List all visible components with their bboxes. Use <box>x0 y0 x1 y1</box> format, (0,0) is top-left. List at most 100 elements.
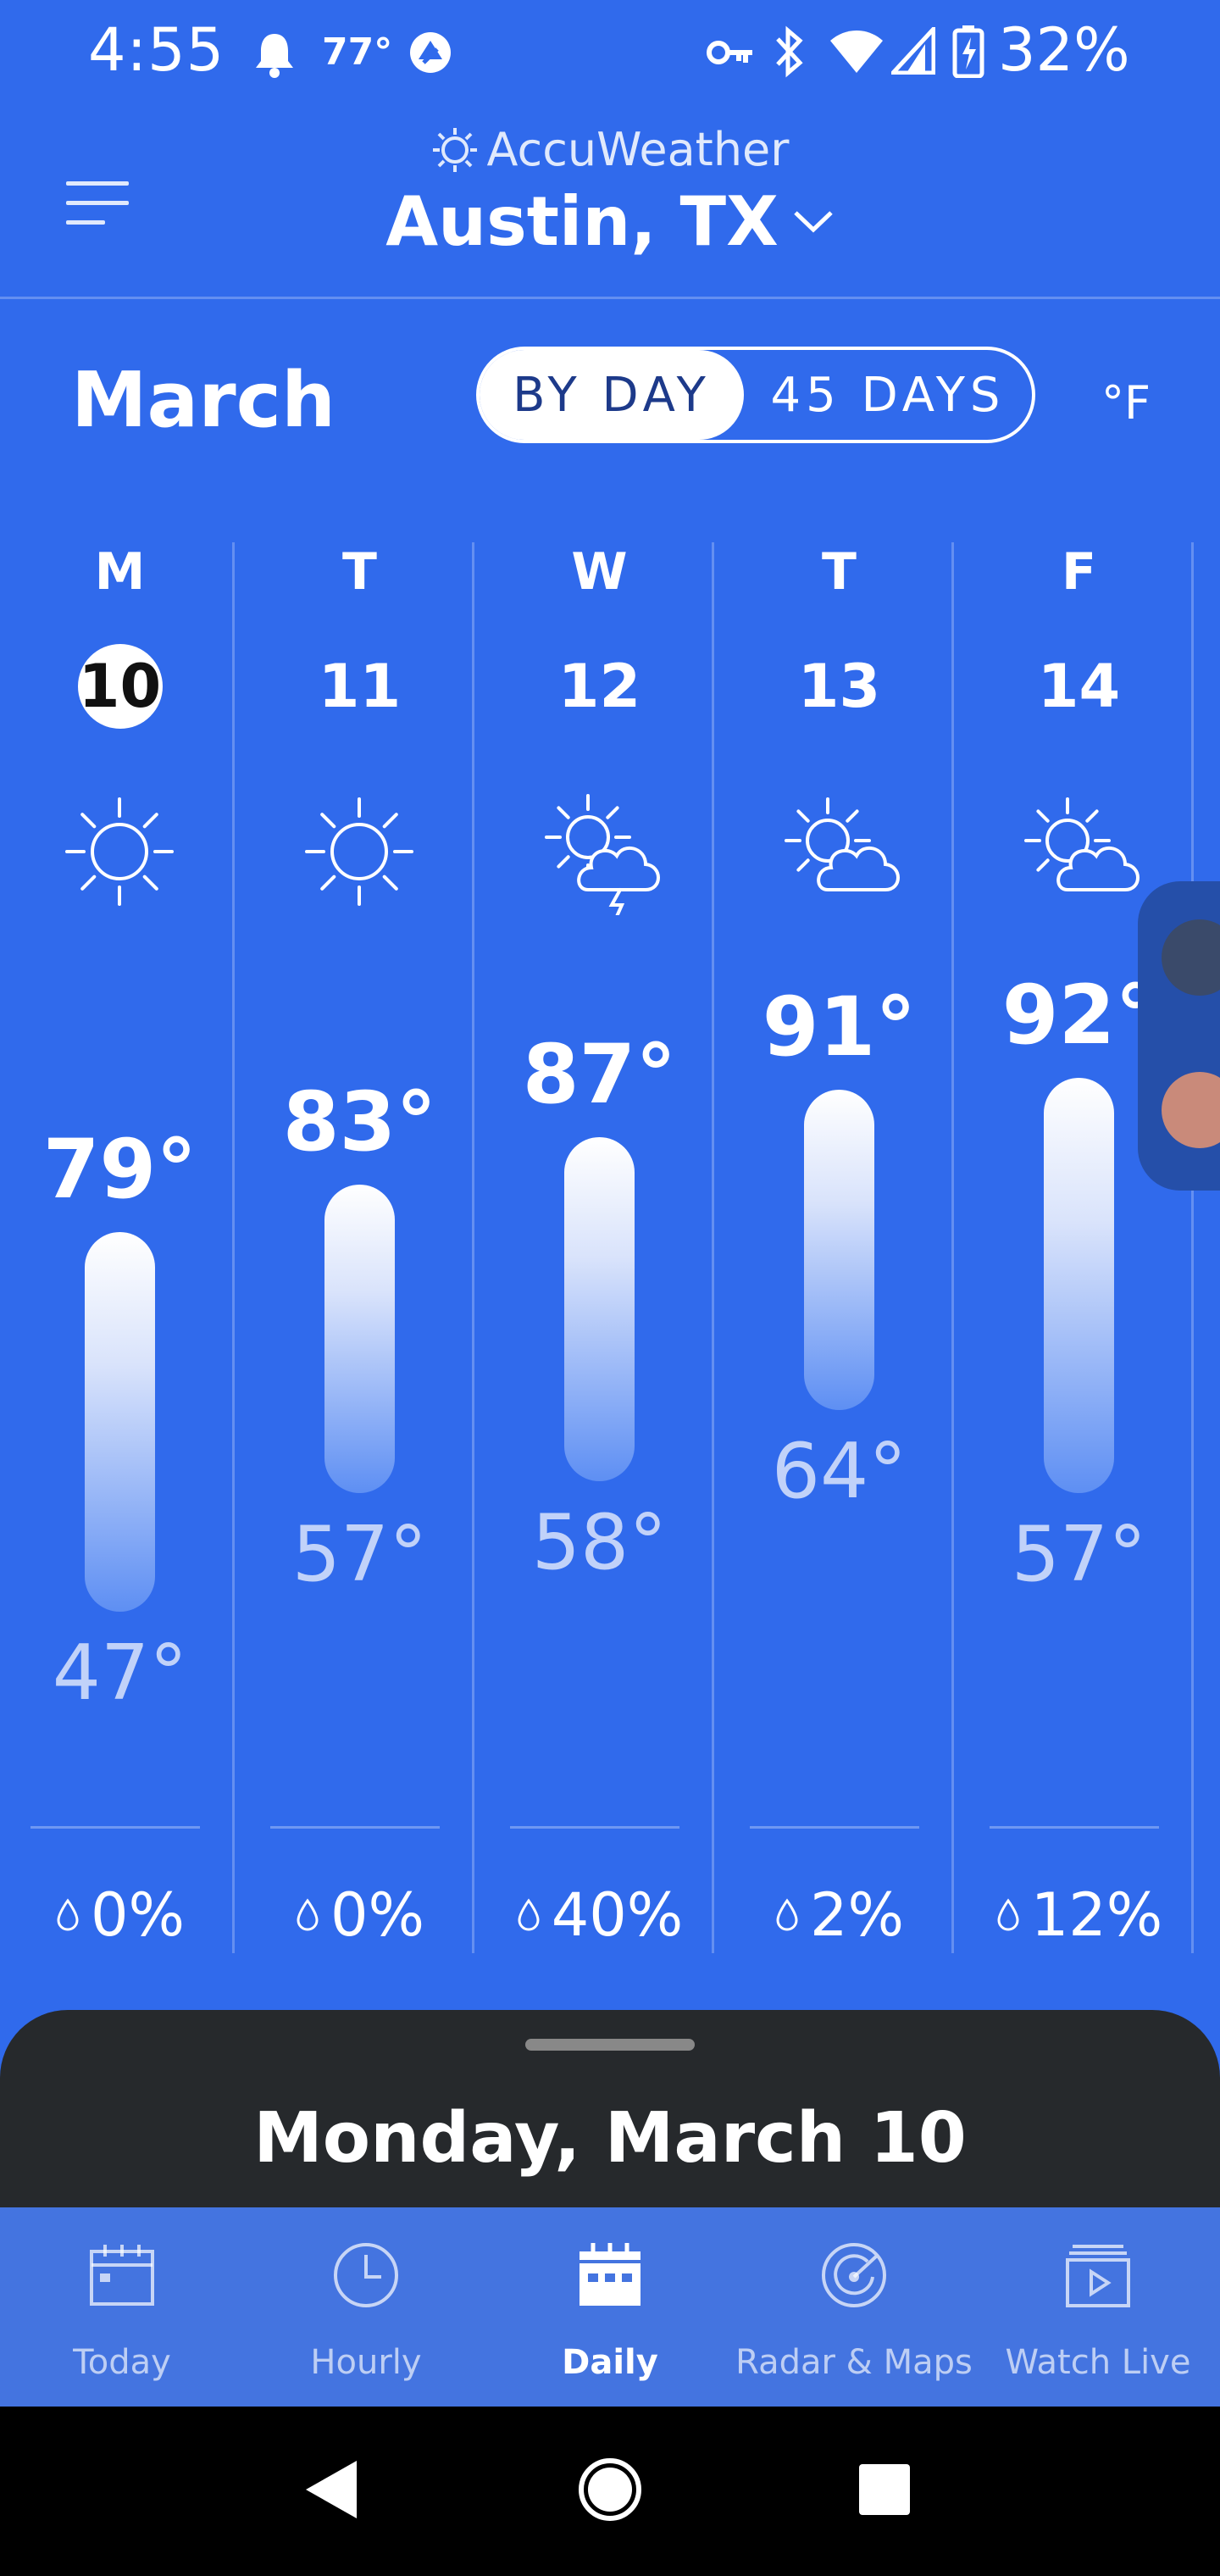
precip-divider <box>750 1826 919 1829</box>
nav-label: Watch Live <box>1005 2343 1191 2382</box>
nav-watch-live[interactable]: Watch Live <box>976 2207 1220 2407</box>
temperature-range-bar <box>1044 1078 1114 1493</box>
day-date-text: 14 <box>1037 652 1121 721</box>
raindrop-icon <box>518 1898 540 1931</box>
home-icon[interactable] <box>576 2456 644 2523</box>
nav-label: Today <box>73 2343 171 2382</box>
sheet-title: Monday, March 10 <box>253 2098 967 2179</box>
brand-name: AccuWeather <box>486 123 790 176</box>
calendar-day-icon <box>90 2245 154 2306</box>
nav-radar-maps[interactable]: Radar & Maps <box>732 2207 976 2407</box>
calendar-grid-icon <box>580 2243 640 2306</box>
nav-label: Hourly <box>310 2343 422 2382</box>
raindrop-icon <box>297 1898 319 1931</box>
month-label: March <box>71 356 336 445</box>
fingerprint-icon[interactable] <box>1162 919 1220 996</box>
low-temperature: 57° <box>1011 1510 1147 1599</box>
sheet-drag-handle[interactable] <box>525 2039 695 2051</box>
precipitation-value: 0% <box>90 1880 186 1950</box>
temperature-range-bar <box>804 1090 874 1410</box>
status-time: 4:55 <box>88 15 225 85</box>
precipitation: 0% <box>0 1877 240 1950</box>
back-icon[interactable] <box>301 2457 360 2522</box>
day-letter: T <box>822 542 857 602</box>
day-column[interactable]: W 12 87° 58° 40% <box>480 542 719 1953</box>
precip-divider <box>270 1826 440 1829</box>
status-bar: 4:55 77° 32% <box>0 0 1220 102</box>
precipitation-value: 0% <box>330 1880 425 1950</box>
day-column[interactable]: T 11 83° 57° 0% <box>240 542 480 1953</box>
video-icon <box>1066 2245 1130 2307</box>
sun-icon <box>305 797 413 906</box>
toggle-45-days[interactable]: 45 DAYS <box>744 350 1032 440</box>
recents-icon[interactable] <box>857 2462 912 2517</box>
day-date: 14 <box>959 644 1199 729</box>
vpn-key-icon <box>707 41 752 64</box>
raindrop-icon <box>776 1898 798 1931</box>
location-selector[interactable]: Austin, TX <box>0 182 1220 261</box>
precip-divider <box>30 1826 200 1829</box>
thunderstorm-partly-sunny-icon <box>545 794 660 915</box>
partly-sunny-icon <box>785 797 900 891</box>
high-temperature: 79° <box>42 1122 197 1217</box>
nav-today[interactable]: Today <box>0 2207 244 2407</box>
accuweather-sun-icon <box>432 127 477 172</box>
cell-signal-icon <box>891 27 935 75</box>
location-name: Austin, TX <box>385 182 779 261</box>
toggle-by-day[interactable]: BY DAY <box>480 350 744 440</box>
day-date-text: 13 <box>797 652 881 721</box>
bottom-navigation: Today Hourly Daily Radar & Maps Watch Li… <box>0 2207 1220 2407</box>
day-letter: M <box>94 542 146 602</box>
precipitation: 40% <box>480 1877 719 1950</box>
nav-daily[interactable]: Daily <box>488 2207 732 2407</box>
shell-icon[interactable] <box>1162 1072 1220 1148</box>
battery-charging-icon <box>952 25 984 78</box>
high-temperature: 91° <box>762 980 917 1074</box>
radar-icon <box>822 2243 886 2307</box>
day-letter: F <box>1062 542 1096 602</box>
precipitation-value: 40% <box>551 1880 684 1950</box>
view-toggle: BY DAY 45 DAYS <box>476 347 1035 443</box>
raindrop-icon <box>997 1898 1019 1931</box>
temperature-range-bar <box>324 1185 395 1493</box>
day-column[interactable]: T 13 91° 64° 2% <box>719 542 959 1953</box>
system-navigation-bar <box>0 2407 1220 2576</box>
bluetooth-icon <box>776 25 803 78</box>
nav-label: Daily <box>562 2343 658 2382</box>
temperature-range-bar <box>85 1232 155 1612</box>
side-floating-panel[interactable] <box>1138 881 1220 1191</box>
day-date: 13 <box>719 644 959 729</box>
day-letter: T <box>342 542 377 602</box>
day-date: 12 <box>480 644 719 729</box>
day-date: 11 <box>240 644 480 729</box>
precipitation: 2% <box>719 1877 959 1950</box>
day-column[interactable]: F 14 92° 57° 12% <box>959 542 1199 1953</box>
battery-percentage: 32% <box>998 15 1130 85</box>
low-temperature: 47° <box>52 1629 188 1718</box>
status-temperature: 77° <box>322 31 393 74</box>
precip-divider <box>990 1826 1159 1829</box>
nav-label: Radar & Maps <box>735 2343 973 2382</box>
bell-icon <box>256 34 293 78</box>
temperature-range-bar <box>564 1137 635 1481</box>
day-date: 10 <box>0 644 240 729</box>
partly-sunny-icon <box>1024 797 1140 891</box>
high-temperature: 87° <box>522 1027 677 1122</box>
temperature-unit[interactable]: °F <box>1101 376 1151 430</box>
raindrop-icon <box>57 1898 79 1931</box>
day-letter: W <box>571 542 628 602</box>
sun-icon <box>65 797 174 906</box>
chevron-down-icon <box>794 210 833 232</box>
high-temperature: 83° <box>282 1074 437 1169</box>
brand-logo: AccuWeather <box>0 123 1220 185</box>
precipitation-value: 2% <box>809 1880 905 1950</box>
day-column[interactable]: M 10 79° 47° 0% <box>0 542 240 1953</box>
nav-hourly[interactable]: Hourly <box>244 2207 488 2407</box>
app-notification-icon <box>410 32 451 73</box>
day-date-text: 12 <box>557 652 641 721</box>
low-temperature: 58° <box>531 1498 668 1587</box>
day-date-text: 11 <box>318 652 402 721</box>
low-temperature: 57° <box>291 1510 428 1599</box>
precip-divider <box>510 1826 679 1829</box>
precipitation: 12% <box>959 1877 1199 1950</box>
